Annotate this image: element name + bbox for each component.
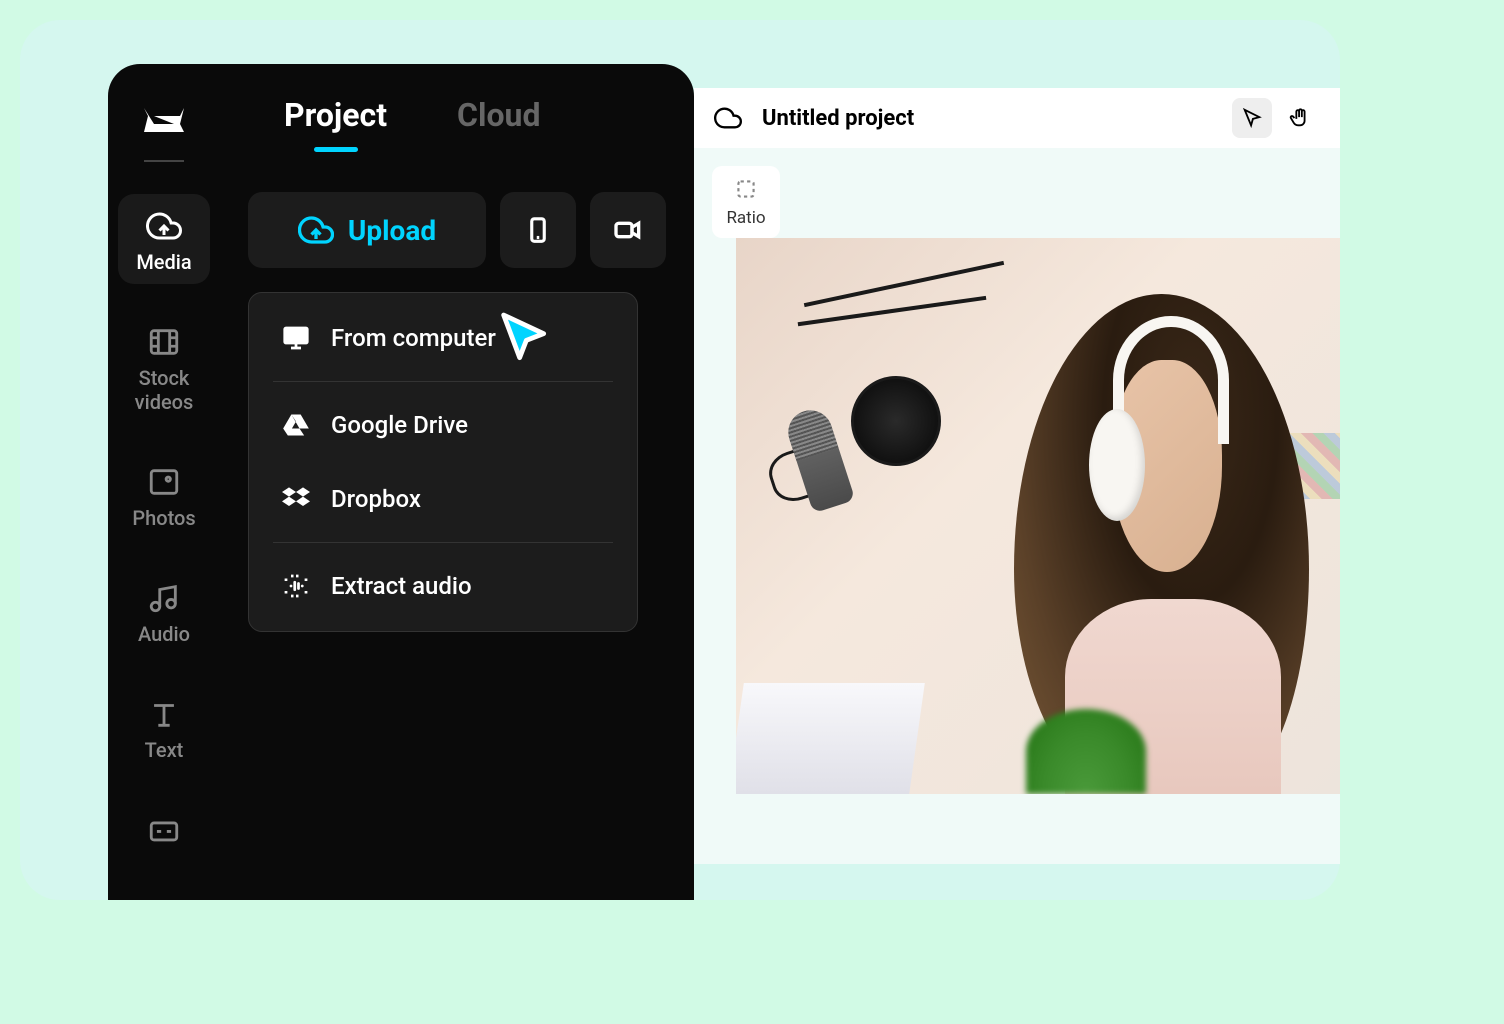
editor-header: Untitled project xyxy=(694,88,1340,148)
mobile-button[interactable] xyxy=(500,192,576,268)
sidebar-label: Text xyxy=(145,738,184,762)
dropdown-label: Extract audio xyxy=(331,572,472,600)
text-icon xyxy=(146,696,182,732)
tab-project[interactable]: Project xyxy=(284,96,387,152)
sidebar-label: Stock videos xyxy=(118,366,210,414)
upload-button[interactable]: Upload xyxy=(248,192,486,268)
sidebar-item-stock-videos[interactable]: Stock videos xyxy=(118,310,210,424)
record-button[interactable] xyxy=(590,192,666,268)
cloud-upload-icon xyxy=(298,212,334,248)
captions-icon xyxy=(146,812,182,848)
upload-dropdown: From computer Google Drive Dropbox xyxy=(248,292,638,632)
sidebar: Media Stock videos Photos xyxy=(108,64,220,900)
editor-area: Untitled project Ratio xyxy=(694,88,1340,864)
sidebar-item-media[interactable]: Media xyxy=(118,194,210,284)
app-logo[interactable] xyxy=(140,100,188,140)
ratio-label: Ratio xyxy=(726,208,765,228)
extract-audio-icon xyxy=(281,571,311,601)
pointer-tool[interactable] xyxy=(1232,98,1272,138)
cursor-pointer-icon xyxy=(493,307,557,371)
divider xyxy=(144,160,184,162)
upload-google-drive[interactable]: Google Drive xyxy=(249,388,637,462)
video-camera-icon xyxy=(612,214,644,246)
sidebar-item-photos[interactable]: Photos xyxy=(118,450,210,540)
sidebar-label: Audio xyxy=(138,622,190,646)
sidebar-item-audio[interactable]: Audio xyxy=(118,566,210,656)
ratio-icon xyxy=(733,176,759,202)
action-buttons: Upload xyxy=(248,192,666,268)
upload-dropbox[interactable]: Dropbox xyxy=(249,462,637,536)
video-preview[interactable] xyxy=(736,238,1340,794)
tabs: Project Cloud xyxy=(248,96,666,152)
cloud-icon xyxy=(714,104,742,132)
dropdown-label: Dropbox xyxy=(331,485,421,513)
sidebar-label: Media xyxy=(136,250,191,274)
project-title[interactable]: Untitled project xyxy=(762,106,914,131)
upload-label: Upload xyxy=(348,214,436,247)
hand-tool[interactable] xyxy=(1280,98,1320,138)
ratio-tool[interactable]: Ratio xyxy=(712,166,780,238)
music-icon xyxy=(146,580,182,616)
divider xyxy=(273,381,613,382)
upload-from-computer[interactable]: From computer xyxy=(249,301,637,375)
dropbox-icon xyxy=(281,484,311,514)
image-icon xyxy=(146,464,182,500)
google-drive-icon xyxy=(281,410,311,440)
sidebar-item-more[interactable] xyxy=(118,798,210,858)
sidebar-item-text[interactable]: Text xyxy=(118,682,210,772)
divider xyxy=(273,542,613,543)
dropdown-label: From computer xyxy=(331,324,496,352)
film-icon xyxy=(146,324,182,360)
cloud-upload-icon xyxy=(146,208,182,244)
smartphone-icon xyxy=(523,215,553,245)
sidebar-label: Photos xyxy=(132,506,195,530)
monitor-icon xyxy=(281,323,311,353)
media-panel: Media Stock videos Photos xyxy=(108,64,694,900)
upload-extract-audio[interactable]: Extract audio xyxy=(249,549,637,623)
canvas-area[interactable]: Ratio xyxy=(694,148,1340,864)
dropdown-label: Google Drive xyxy=(331,411,468,439)
tab-cloud[interactable]: Cloud xyxy=(457,96,540,152)
main-panel: Project Cloud Upload xyxy=(220,64,694,900)
